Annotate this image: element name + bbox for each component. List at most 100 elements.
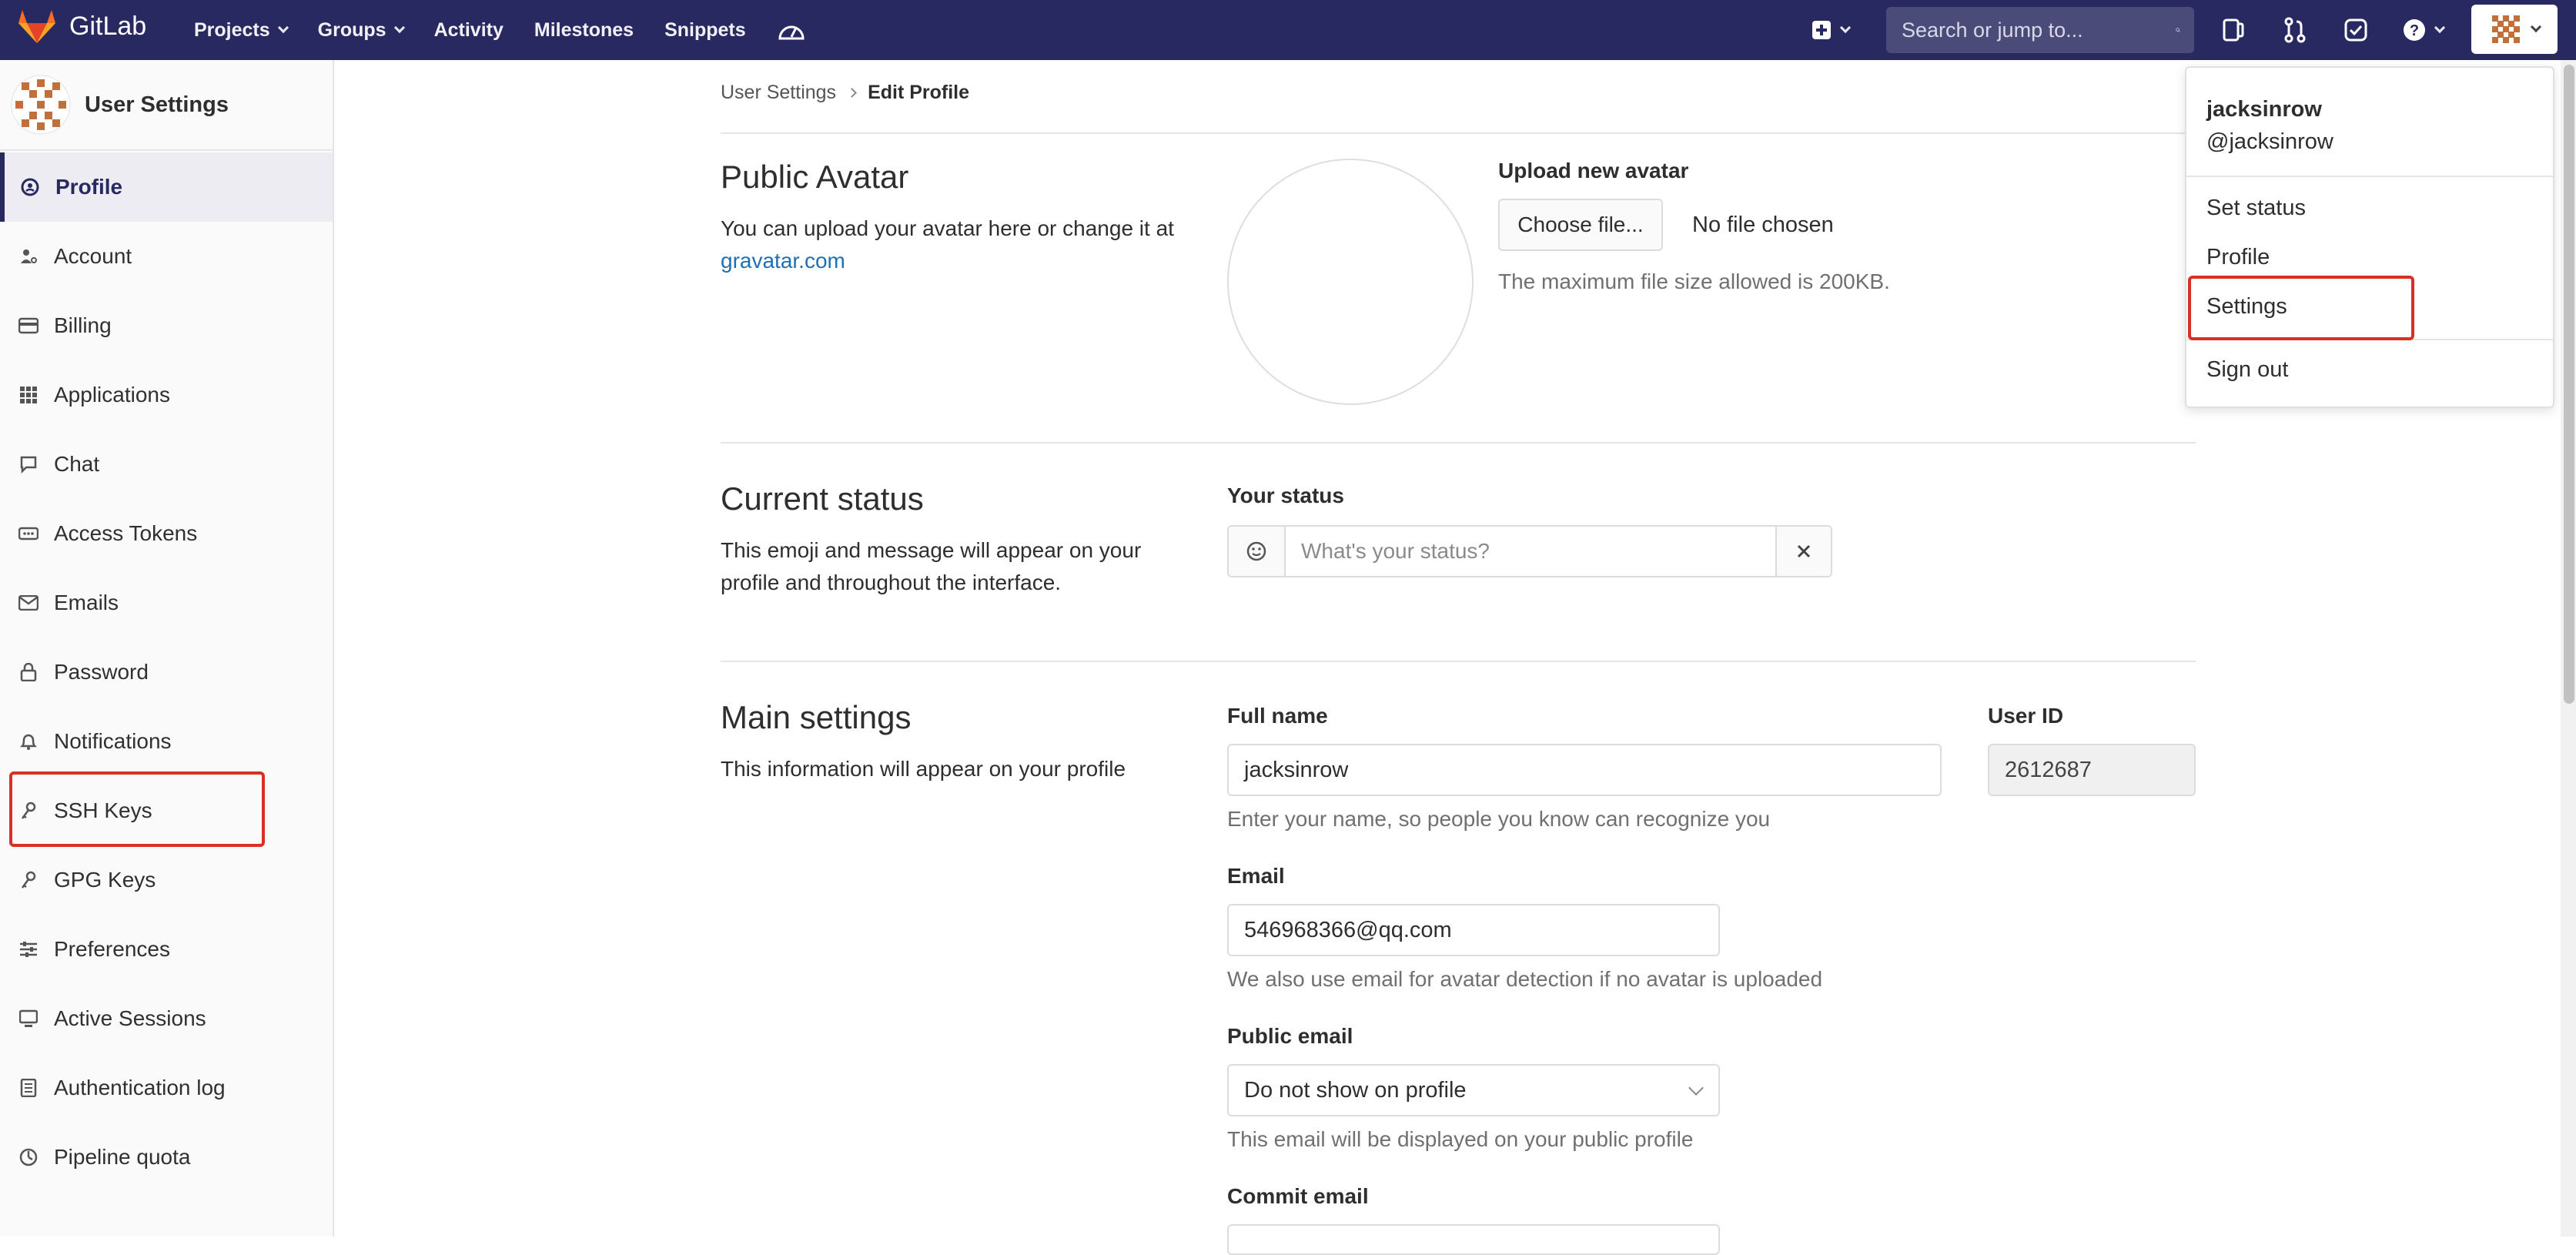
status-input-group xyxy=(1227,525,1832,577)
public-email-select[interactable]: Do not show on profile xyxy=(1227,1064,1720,1116)
chevron-down-icon xyxy=(1839,22,1852,34)
sidebar-item-chat[interactable]: Chat xyxy=(0,430,333,499)
dropdown-item-profile[interactable]: Profile xyxy=(2206,245,2270,270)
sidebar-item-label: Password xyxy=(54,660,149,684)
bell-icon xyxy=(18,732,38,751)
upload-avatar-label: Upload new avatar xyxy=(1498,159,1689,182)
scrollbar-thumb[interactable] xyxy=(2564,65,2574,704)
sidebar-item-profile[interactable]: Profile xyxy=(0,152,333,222)
public-email-label: Public email xyxy=(1227,1024,1353,1048)
search-icon xyxy=(2176,28,2180,32)
settings-sidebar: User Settings Profile Account Billing Ap… xyxy=(0,60,334,1237)
chevron-down-icon xyxy=(1688,1080,1704,1096)
sidebar-item-account[interactable]: Account xyxy=(0,222,333,291)
sidebar-item-label: Active Sessions xyxy=(54,1006,206,1030)
sidebar-item-password[interactable]: Password xyxy=(0,638,333,707)
email-field[interactable]: 546968366@qq.com xyxy=(1227,904,1720,956)
sidebar-item-label: Applications xyxy=(54,383,170,407)
help-icon: ? xyxy=(2404,19,2425,41)
dropdown-divider xyxy=(2186,176,2553,177)
sidebar-item-pipeline-quota[interactable]: Pipeline quota xyxy=(0,1123,333,1192)
top-navbar: GitLab Projects Groups Activity Mileston… xyxy=(0,0,2576,60)
nav-projects[interactable]: Projects xyxy=(194,18,289,42)
search-bar[interactable] xyxy=(1886,7,2194,53)
monitor-icon xyxy=(18,1009,38,1028)
issues-icon[interactable] xyxy=(2222,15,2245,45)
sidebar-item-authentication-log[interactable]: Authentication log xyxy=(0,1053,333,1123)
plus-square-icon xyxy=(1812,21,1831,39)
sidebar-item-label: Access Tokens xyxy=(54,521,198,545)
mail-icon xyxy=(18,595,38,611)
sidebar-item-label: Pipeline quota xyxy=(54,1145,191,1169)
sidebar-item-label: Profile xyxy=(55,175,123,199)
full-name-field[interactable]: jacksinrow xyxy=(1227,744,1942,796)
dropdown-item-set-status[interactable]: Set status xyxy=(2206,196,2306,221)
emoji-picker-button[interactable] xyxy=(1229,527,1286,576)
sidebar-item-label: Notifications xyxy=(54,729,172,753)
sidebar-item-label: Billing xyxy=(54,313,112,337)
brand-name: GitLab xyxy=(69,11,147,41)
profile-icon xyxy=(20,178,40,196)
sidebar-header[interactable]: User Settings xyxy=(0,60,333,151)
divider xyxy=(721,442,2196,443)
main-settings-title: Main settings xyxy=(721,699,912,735)
choose-file-button[interactable]: Choose file... xyxy=(1498,199,1663,251)
chevron-down-icon xyxy=(2530,21,2542,33)
gravatar-link[interactable]: gravatar.com xyxy=(721,249,845,273)
clear-status-button[interactable] xyxy=(1775,527,1831,576)
dropdown-item-sign-out[interactable]: Sign out xyxy=(2206,357,2288,383)
main-nav: Projects Groups Activity Milestones Snip… xyxy=(194,0,806,60)
gitlab-logo[interactable]: GitLab xyxy=(17,8,146,45)
search-input[interactable] xyxy=(1900,17,2176,43)
full-name-help: Enter your name, so people you know can … xyxy=(1227,807,1771,831)
close-icon xyxy=(1797,544,1811,558)
sidebar-item-preferences[interactable]: Preferences xyxy=(0,915,333,984)
breadcrumb-parent[interactable]: User Settings xyxy=(721,82,836,104)
divider xyxy=(721,661,2196,662)
breadcrumb: User Settings Edit Profile xyxy=(721,82,969,104)
commit-email-label: Commit email xyxy=(1227,1184,1369,1208)
breadcrumb-current: Edit Profile xyxy=(868,82,970,103)
sidebar-item-notifications[interactable]: Notifications xyxy=(0,707,333,776)
nav-groups[interactable]: Groups xyxy=(318,19,405,42)
merge-requests-icon[interactable] xyxy=(2283,15,2307,45)
max-file-size-note: The maximum file size allowed is 200KB. xyxy=(1498,269,1890,293)
chevron-right-icon xyxy=(847,88,857,98)
user-menu-button[interactable] xyxy=(2471,5,2558,54)
log-icon xyxy=(18,1079,38,1097)
sidebar-item-access-tokens[interactable]: Access Tokens xyxy=(0,499,333,568)
email-label: Email xyxy=(1227,864,1285,888)
nav-milestones[interactable]: Milestones xyxy=(534,19,634,42)
user-dropdown-menu: jacksinrow @jacksinrow Set status Profil… xyxy=(2185,66,2554,408)
pipeline-icon xyxy=(18,1148,38,1166)
lock-icon xyxy=(18,663,38,681)
commit-email-select[interactable] xyxy=(1227,1224,1720,1255)
status-message-input[interactable] xyxy=(1286,527,1775,576)
key-icon xyxy=(18,871,38,889)
user-id-field: 2612687 xyxy=(1988,744,2196,796)
todos-icon[interactable] xyxy=(2343,15,2368,45)
public-email-selected-value: Do not show on profile xyxy=(1244,1077,1467,1103)
account-icon xyxy=(18,247,38,266)
sidebar-item-billing[interactable]: Billing xyxy=(0,291,333,360)
sidebar-title: User Settings xyxy=(85,92,229,117)
new-item-button[interactable] xyxy=(1811,15,1852,45)
no-file-chosen-text: No file chosen xyxy=(1692,213,1834,237)
chevron-down-icon xyxy=(277,22,289,34)
smiley-icon xyxy=(1246,541,1266,561)
nav-projects-label: Projects xyxy=(194,18,270,41)
user-avatar xyxy=(11,75,71,135)
sidebar-item-gpg-keys[interactable]: GPG Keys xyxy=(0,845,333,915)
nav-activity[interactable]: Activity xyxy=(434,19,503,42)
sidebar-item-label: Chat xyxy=(54,452,100,476)
help-menu[interactable]: ? xyxy=(2402,15,2446,45)
sidebar-item-emails[interactable]: Emails xyxy=(0,568,333,638)
sidebar-item-applications[interactable]: Applications xyxy=(0,360,333,430)
nav-snippets[interactable]: Snippets xyxy=(664,19,746,42)
performance-dashboard-icon[interactable] xyxy=(777,17,806,43)
sidebar-item-active-sessions[interactable]: Active Sessions xyxy=(0,984,333,1053)
avatar-preview xyxy=(1227,159,1474,405)
public-avatar-title: Public Avatar xyxy=(721,159,909,195)
current-status-description: This emoji and message will appear on yo… xyxy=(721,538,1142,594)
divider xyxy=(721,132,2196,134)
